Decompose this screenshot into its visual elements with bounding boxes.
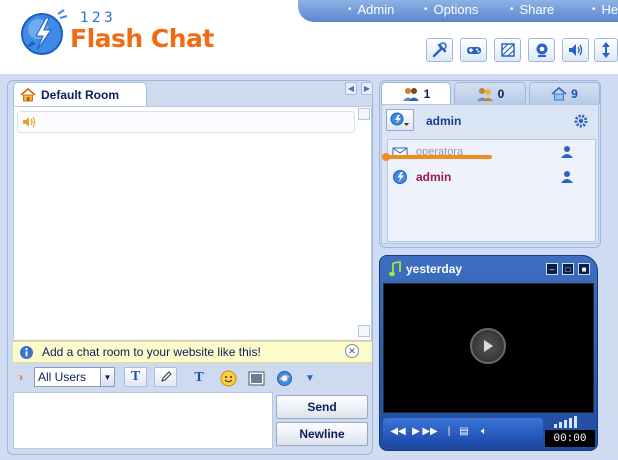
user-profile-icon[interactable] [560, 170, 574, 187]
speaker-icon [22, 115, 38, 129]
send-button[interactable]: Send [276, 395, 368, 419]
font-button[interactable]: T [190, 369, 208, 387]
scroll-down-button[interactable] [358, 325, 370, 337]
pencil-button[interactable] [154, 367, 177, 387]
users-icon [402, 87, 419, 101]
user-profile-icon[interactable] [560, 145, 574, 162]
player-minimize-button[interactable]: – [546, 263, 558, 275]
logo-icon [18, 8, 68, 58]
tab-rooms[interactable]: 9 [529, 82, 600, 104]
bullet-icon: • [592, 4, 596, 15]
tools-button[interactable] [426, 38, 453, 62]
tools-icon [432, 42, 447, 58]
tab-users[interactable]: 1 [381, 82, 451, 104]
image-button[interactable] [247, 369, 265, 387]
chevron-right-icon: › [19, 370, 23, 384]
play-button[interactable] [470, 328, 506, 364]
recipient-select[interactable]: All Users ▼ [34, 367, 115, 387]
self-username: admin [426, 114, 462, 128]
more-arrow-icon[interactable]: ▼ [301, 369, 319, 387]
chat-message-area[interactable] [13, 106, 372, 341]
nav-help[interactable]: • He [592, 2, 618, 17]
scroll-up-button[interactable] [358, 108, 370, 120]
play-small-icon[interactable]: ▶ [410, 424, 422, 438]
pointer-dot [382, 153, 390, 161]
rooms-icon [551, 86, 567, 100]
pointer-line [386, 155, 492, 159]
close-icon[interactable]: ✕ [345, 344, 359, 358]
webcam-button[interactable] [528, 38, 555, 62]
online-status-icon [393, 170, 407, 184]
gear-icon[interactable] [573, 113, 589, 129]
tab-friends[interactable]: 0 [454, 82, 526, 104]
nav-share[interactable]: • Share [510, 2, 554, 17]
status-button[interactable] [386, 109, 414, 131]
playlist-icon[interactable]: ▤ [458, 424, 470, 438]
globe-icon [276, 370, 292, 386]
volume-icon[interactable]: 🔈︎ [478, 424, 490, 438]
chat-message-row [17, 111, 355, 133]
skin-icon [500, 43, 515, 57]
room-next-button[interactable]: ▶ [361, 82, 373, 95]
skin-button[interactable] [494, 38, 521, 62]
player-title: yesterday [406, 262, 463, 276]
info-icon [20, 345, 33, 359]
nav-admin[interactable]: • Admin [348, 2, 394, 17]
text-style-button[interactable]: T [124, 367, 147, 387]
status-icon [390, 112, 409, 126]
divider-icon: | [447, 425, 451, 437]
rewind-icon[interactable]: ◀◀ [390, 424, 405, 438]
volume-level-icon [552, 414, 582, 428]
speaker-icon [568, 44, 582, 56]
play-icon [484, 340, 493, 352]
fast-forward-icon[interactable]: ▶▶ [422, 424, 437, 438]
info-text: Add a chat room to your website like thi… [42, 345, 261, 359]
music-note-icon [388, 260, 402, 280]
resize-icon [602, 42, 610, 58]
home-icon [20, 87, 36, 101]
bullet-icon: • [510, 4, 514, 15]
bullet-icon: • [348, 4, 352, 15]
player-time: 00:00 [545, 430, 595, 447]
pencil-icon [160, 371, 172, 382]
smiley-button[interactable] [219, 369, 237, 387]
logo-name: Flash Chat [70, 24, 214, 53]
chevron-down-icon: ▼ [100, 368, 114, 386]
room-prev-button[interactable]: ◀ [345, 82, 357, 95]
web-button[interactable] [275, 369, 293, 387]
player-maximize-button[interactable]: □ [562, 263, 574, 275]
resize-button[interactable] [594, 38, 618, 62]
image-icon [248, 371, 264, 385]
bullet-icon: • [424, 4, 428, 15]
webcam-icon [536, 43, 547, 57]
sound-button[interactable] [562, 38, 589, 62]
friends-icon [476, 87, 493, 101]
player-close-button[interactable]: ■ [578, 263, 590, 275]
nav-options[interactable]: • Options [424, 2, 478, 17]
room-name: Default Room [41, 87, 119, 102]
smiley-icon [220, 370, 236, 386]
newline-button[interactable]: Newline [276, 422, 368, 446]
info-bar: Add a chat room to your website like thi… [13, 341, 372, 363]
room-tab[interactable]: Default Room [13, 82, 147, 106]
message-input[interactable] [13, 392, 273, 449]
gamepad-icon [466, 47, 481, 54]
games-button[interactable] [460, 38, 487, 62]
